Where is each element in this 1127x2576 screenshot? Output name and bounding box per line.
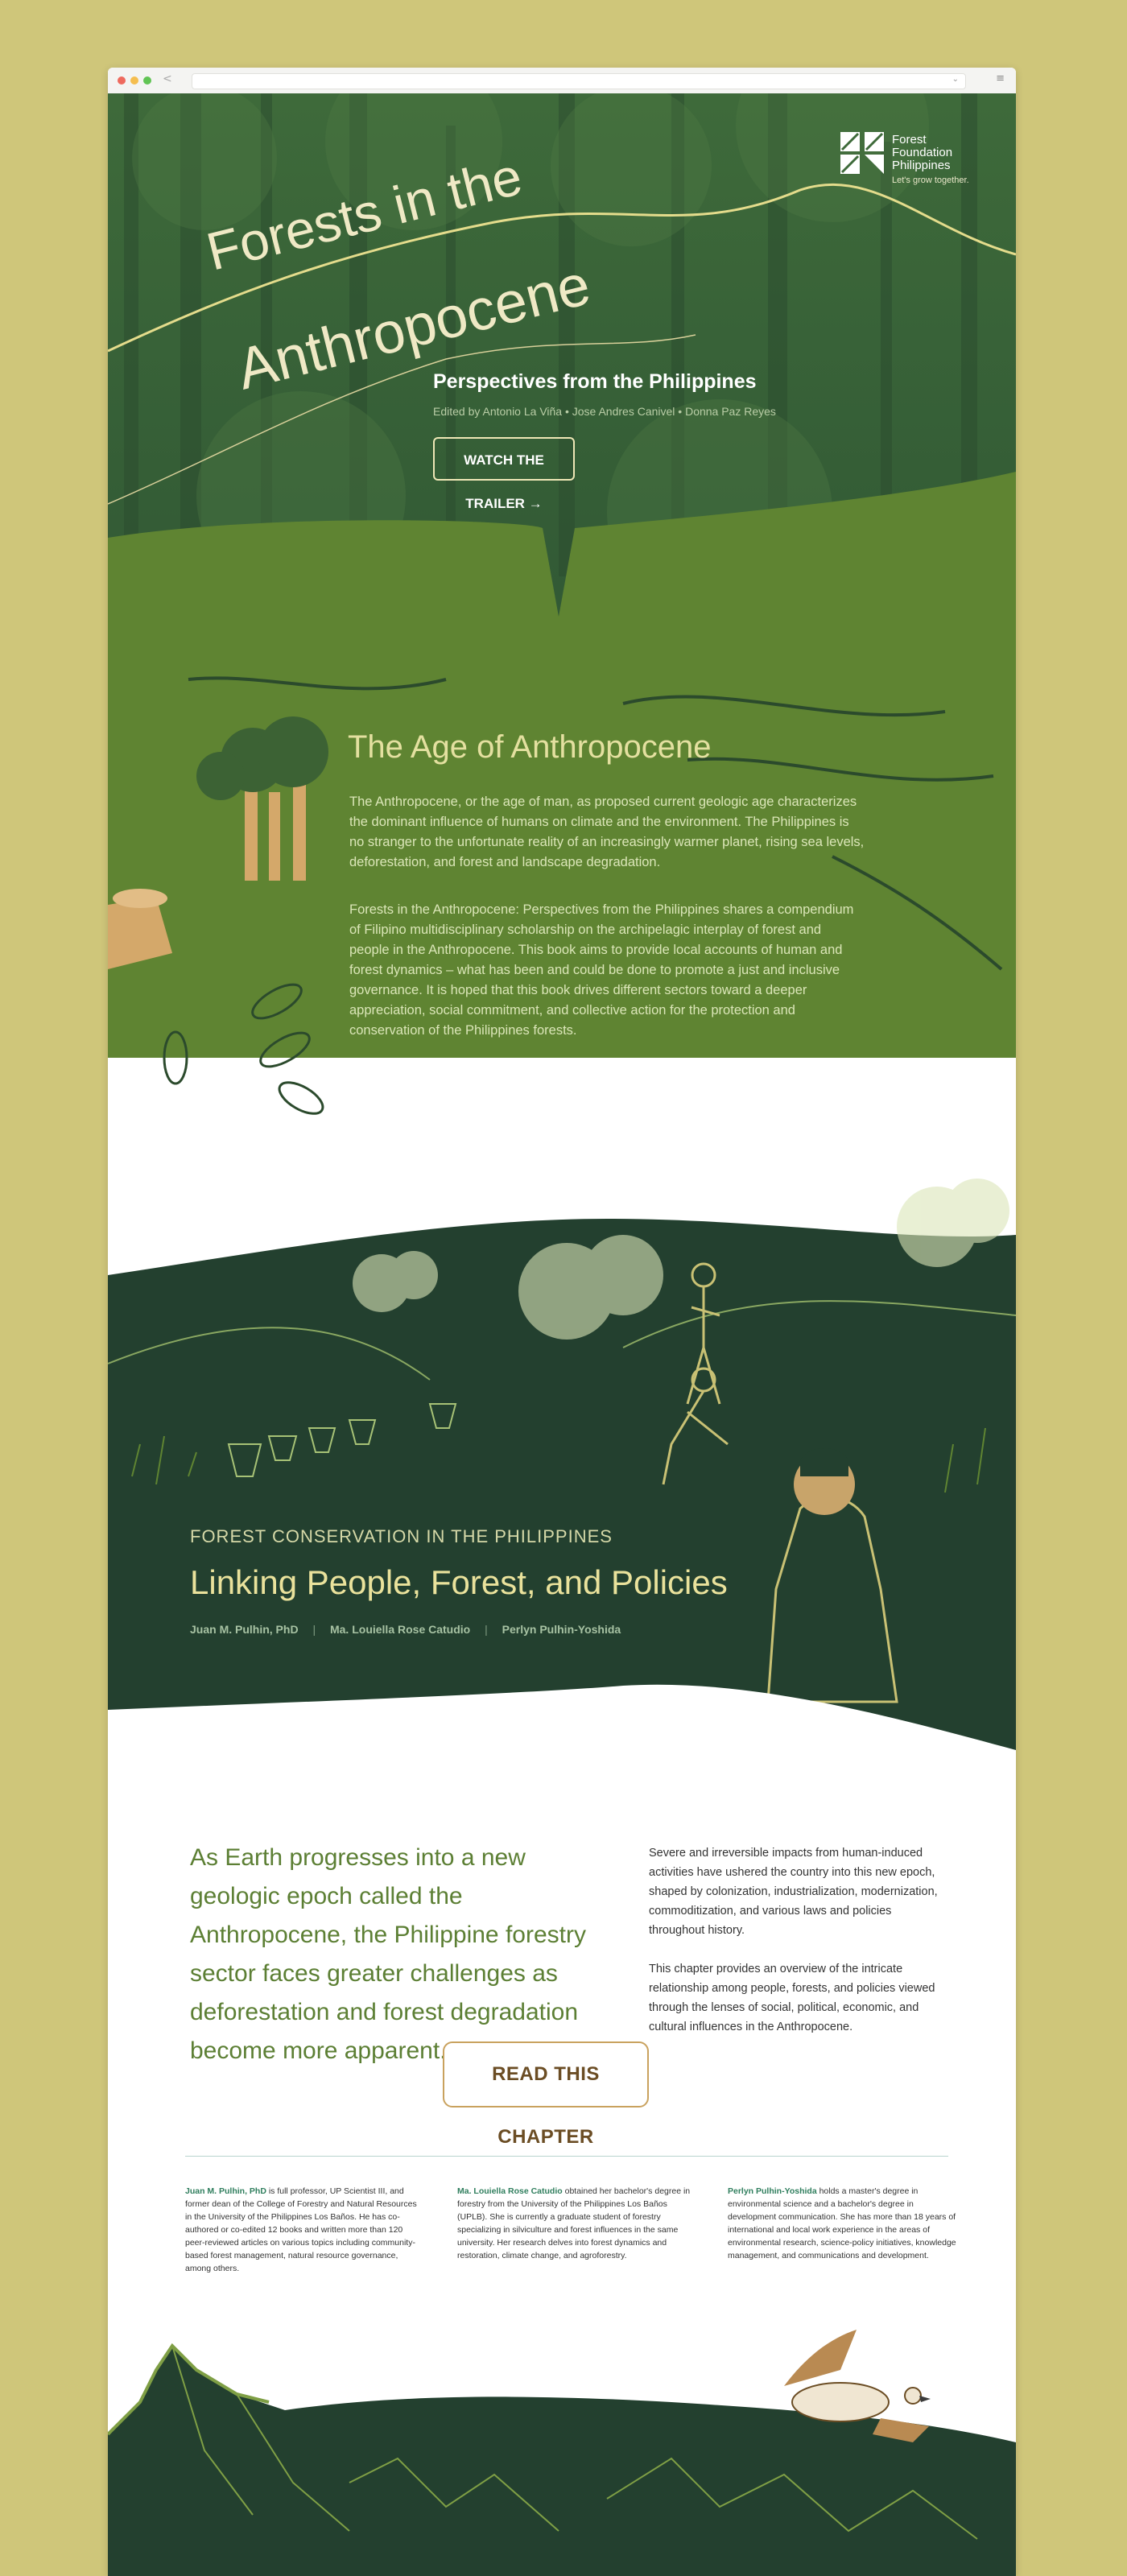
- section-divider: [185, 2156, 948, 2157]
- chapter-title: Linking People, Forest, and Policies: [190, 1563, 728, 1601]
- back-arrow-icon[interactable]: <: [163, 72, 172, 85]
- mountain-footer-illustration: [108, 2330, 1016, 2576]
- read-chapter-button[interactable]: READ THIS CHAPTER: [443, 2041, 649, 2148]
- chapter-lead: As Earth progresses into a new geologic …: [190, 1844, 586, 2064]
- author-3: Perlyn Pulhin-Yoshida: [502, 1623, 621, 1636]
- hero-subtitle: Perspectives from the Philippines: [433, 370, 757, 393]
- brand-tagline: Let's grow together.: [892, 175, 969, 185]
- chapter-eyebrow: FOREST CONSERVATION IN THE PHILIPPINES: [190, 1526, 613, 1546]
- green-hills-illustration: [108, 676, 1016, 1115]
- author-2: Ma. Louiella Rose Catudio: [329, 1623, 471, 1636]
- brand-logo[interactable]: Forest Foundation Philippines Let's grow…: [839, 130, 984, 195]
- hero-editors: Edited by Antonio La Viña • Jose Andres …: [433, 405, 776, 418]
- chapter-summary-2: This chapter provides an overview of the…: [649, 1963, 935, 2033]
- author-bio-text: holds a master's degree in environmental…: [728, 2186, 956, 2260]
- age-paragraph-2: Forests in the Anthropocene: Perspective…: [349, 902, 854, 1038]
- chapter-summary-1: Severe and irreversible impacts from hum…: [649, 1847, 938, 1937]
- author-bio-name: Perlyn Pulhin-Yoshida: [728, 2186, 817, 2196]
- minimize-window-dot[interactable]: [130, 76, 138, 85]
- brand-name-line3: Philippines: [892, 159, 951, 172]
- hero-title-line1: Forests in the: [200, 146, 527, 282]
- address-bar[interactable]: ⌄: [192, 73, 966, 89]
- author-separator: |: [312, 1623, 316, 1636]
- brand-name-line1: Forest: [892, 133, 927, 147]
- author-bio-name: Juan M. Pulhin, PhD: [185, 2186, 266, 2196]
- browser-toolbar: < ⌄ ≡: [108, 68, 1016, 94]
- chevron-down-icon[interactable]: ⌄: [952, 75, 959, 84]
- maximize-window-dot[interactable]: [143, 76, 151, 85]
- author-bio-text: obtained her bachelor's degree in forest…: [457, 2186, 691, 2260]
- chapter-authors: Juan M. Pulhin, PhD | Ma. Louiella Rose …: [190, 1623, 632, 1636]
- author-bio-text: is full professor, UP Scientist III, and…: [185, 2186, 417, 2273]
- author-bio-3: Perlyn Pulhin-Yoshida holds a master's d…: [728, 2185, 961, 2262]
- brand-name-line2: Foundation: [892, 146, 953, 159]
- author-1: Juan M. Pulhin, PhD: [190, 1623, 299, 1636]
- browser-window: < ⌄ ≡ Forests in the Anthropocene Forest…: [108, 68, 1016, 2576]
- leaf-grid-logo-icon: [840, 132, 884, 174]
- dark-forest-illustration: [108, 1179, 1016, 1831]
- author-bio-name: Ma. Louiella Rose Catudio: [457, 2186, 563, 2196]
- brand-name: Forest Foundation Philippines: [892, 134, 989, 172]
- hamburger-menu-icon[interactable]: ≡: [996, 72, 1005, 85]
- author-bio-2: Ma. Louiella Rose Catudio obtained her b…: [457, 2185, 691, 2262]
- author-separator: |: [485, 1623, 488, 1636]
- close-window-dot[interactable]: [118, 76, 126, 85]
- age-paragraph-1: The Anthropocene, or the age of man, as …: [349, 795, 865, 869]
- age-heading: The Age of Anthropocene: [348, 729, 712, 765]
- watch-trailer-button[interactable]: WATCH THE TRAILER →: [433, 437, 575, 511]
- author-bio-1: Juan M. Pulhin, PhD is full professor, U…: [185, 2185, 419, 2275]
